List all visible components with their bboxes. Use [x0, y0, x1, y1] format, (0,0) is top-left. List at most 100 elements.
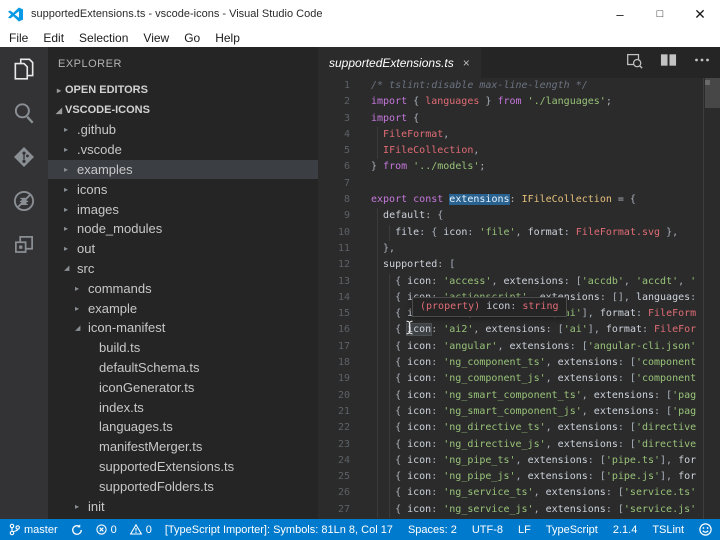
line-number: 15 [318, 306, 350, 322]
line-content: export const extensions: IFileCollection… [371, 192, 720, 208]
chevron-collapsed-icon: ▸ [75, 284, 88, 293]
line-number: 22 [318, 420, 350, 436]
tree-item-icon-manifest[interactable]: ◢icon-manifest [48, 318, 318, 338]
activity-search-button[interactable] [0, 93, 48, 137]
tree-item-languages-ts[interactable]: languages.ts [48, 417, 318, 437]
menu-help[interactable]: Help [215, 31, 240, 45]
status-feedback[interactable] [699, 523, 712, 536]
section-open-editors[interactable]: ▸ OPEN EDITORS [48, 80, 318, 100]
status-label: LF [518, 524, 531, 536]
status-cursor-position[interactable]: Ln 8, Col 17 [334, 524, 393, 536]
code-line: 17 { icon: 'angular', extensions: ['angu… [318, 339, 720, 355]
tree-item-label: manifestMerger.ts [99, 439, 202, 454]
workbench: EXPLORER ▸ OPEN EDITORS ◢ VSCODE-ICONS ▸… [0, 47, 720, 519]
line-content: { icon: 'ng_smart_component_ts', extensi… [371, 388, 720, 404]
split-editor-icon[interactable] [660, 52, 677, 73]
code-line: 10 file: { icon: 'file', format: FileFor… [318, 225, 720, 241]
tree-item-init[interactable]: ▸init [48, 496, 318, 516]
status-indentation[interactable]: Spaces: 2 [408, 524, 457, 536]
menu-go[interactable]: Go [184, 31, 200, 45]
status-language-mode[interactable]: TypeScript [546, 524, 598, 536]
mouse-ibeam-cursor [405, 320, 414, 338]
indent-guide [377, 127, 378, 143]
tree-item-label: node_modules [77, 221, 162, 236]
indent-guide [377, 355, 378, 371]
status-label: master [24, 524, 58, 536]
status-errors[interactable]: 0 [96, 524, 117, 536]
activity-extensions-button[interactable] [0, 225, 48, 269]
line-content: IFileCollection, [371, 143, 720, 159]
tree-item-src[interactable]: ◢src [48, 259, 318, 279]
menu-edit[interactable]: Edit [43, 31, 64, 45]
tree-item-build-ts[interactable]: build.ts [48, 338, 318, 358]
tree-item-label: init [88, 499, 105, 514]
indent-guide [389, 225, 390, 241]
activity-source-control-button[interactable] [0, 137, 48, 181]
tab-supportedextensions-ts[interactable]: supportedExtensions.ts × [318, 47, 481, 78]
menu-view[interactable]: View [143, 31, 169, 45]
tree-item-examples[interactable]: ▸examples [48, 160, 318, 180]
line-number: 11 [318, 241, 350, 257]
status-ts-importer[interactable]: [TypeScript Importer]: Symbols: 81 [165, 524, 334, 536]
tree-item--vscode[interactable]: ▸.vscode [48, 140, 318, 160]
status-encoding[interactable]: UTF-8 [472, 524, 503, 536]
tree-item-icons[interactable]: ▸icons [48, 179, 318, 199]
status-warnings[interactable]: 0 [130, 524, 152, 536]
indent-guide [377, 437, 378, 453]
close-button[interactable]: ✕ [680, 0, 720, 28]
line-number: 7 [318, 176, 350, 192]
indent-guide [377, 485, 378, 501]
tree-item-node-modules[interactable]: ▸node_modules [48, 219, 318, 239]
menu-file[interactable]: File [9, 31, 28, 45]
sidebar-explorer: EXPLORER ▸ OPEN EDITORS ◢ VSCODE-ICONS ▸… [48, 47, 318, 519]
code-line: 25 { icon: 'ng_pipe_js', extensions: ['p… [318, 469, 720, 485]
tree-item-label: .github [77, 122, 116, 137]
status-version[interactable]: 2.1.4 [613, 524, 637, 536]
tree-item-icongenerator-ts[interactable]: iconGenerator.ts [48, 377, 318, 397]
code-editor[interactable]: 1/* tslint:disable max-line-length */2im… [318, 78, 720, 519]
chevron-collapsed-icon: ▸ [53, 86, 65, 95]
more-actions-icon[interactable] [694, 53, 710, 72]
tree-item-out[interactable]: ▸out [48, 239, 318, 259]
status-label: 0 [146, 524, 152, 536]
vertical-scrollbar[interactable] [703, 78, 720, 519]
debug-no-bug-icon [11, 188, 37, 219]
tree-item-defaultschema-ts[interactable]: defaultSchema.ts [48, 358, 318, 378]
tree-item--github[interactable]: ▸.github [48, 120, 318, 140]
indent-guide [377, 420, 378, 436]
tree-item-manifestmerger-ts[interactable]: manifestMerger.ts [48, 437, 318, 457]
tree-item-commands[interactable]: ▸commands [48, 278, 318, 298]
warning-icon [130, 524, 142, 535]
editor-actions [625, 47, 720, 78]
code-line: 18 { icon: 'ng_component_ts', extensions… [318, 355, 720, 371]
status-tslint[interactable]: TSLint [652, 524, 684, 536]
minimize-button[interactable]: – [600, 0, 640, 28]
tree-item-supportedfolders-ts[interactable]: supportedFolders.ts [48, 476, 318, 496]
maximize-button[interactable]: □ [640, 0, 680, 28]
tree-item-supportedextensions-ts[interactable]: supportedExtensions.ts [48, 457, 318, 477]
tree-item-label: examples [77, 162, 133, 177]
tree-item-example[interactable]: ▸example [48, 298, 318, 318]
code-line: 7 [318, 176, 720, 192]
chevron-collapsed-icon: ▸ [64, 185, 77, 194]
tree-item-label: commands [88, 281, 152, 296]
tree-item-index-ts[interactable]: index.ts [48, 397, 318, 417]
tree-item-images[interactable]: ▸images [48, 199, 318, 219]
chevron-collapsed-icon: ▸ [75, 502, 88, 511]
activity-explorer-button[interactable] [0, 49, 48, 93]
status-eol[interactable]: LF [518, 524, 531, 536]
section-vscode-icons[interactable]: ◢ VSCODE-ICONS [48, 100, 318, 120]
close-tab-icon[interactable]: × [463, 56, 470, 70]
menu-selection[interactable]: Selection [79, 31, 128, 45]
git-diamond-icon [11, 144, 37, 175]
status-sync[interactable] [71, 524, 83, 536]
line-number: 4 [318, 127, 350, 143]
activity-debug-button[interactable] [0, 181, 48, 225]
chevron-expanded-icon: ◢ [64, 264, 77, 272]
status-branch[interactable]: master [9, 523, 58, 536]
indent-guide [377, 290, 378, 306]
open-preview-icon[interactable] [625, 51, 643, 74]
editor-group: supportedExtensions.ts × 1/* tslint [318, 47, 720, 519]
window-controls: – □ ✕ [600, 0, 720, 28]
tree-item-label: supportedFolders.ts [99, 479, 214, 494]
